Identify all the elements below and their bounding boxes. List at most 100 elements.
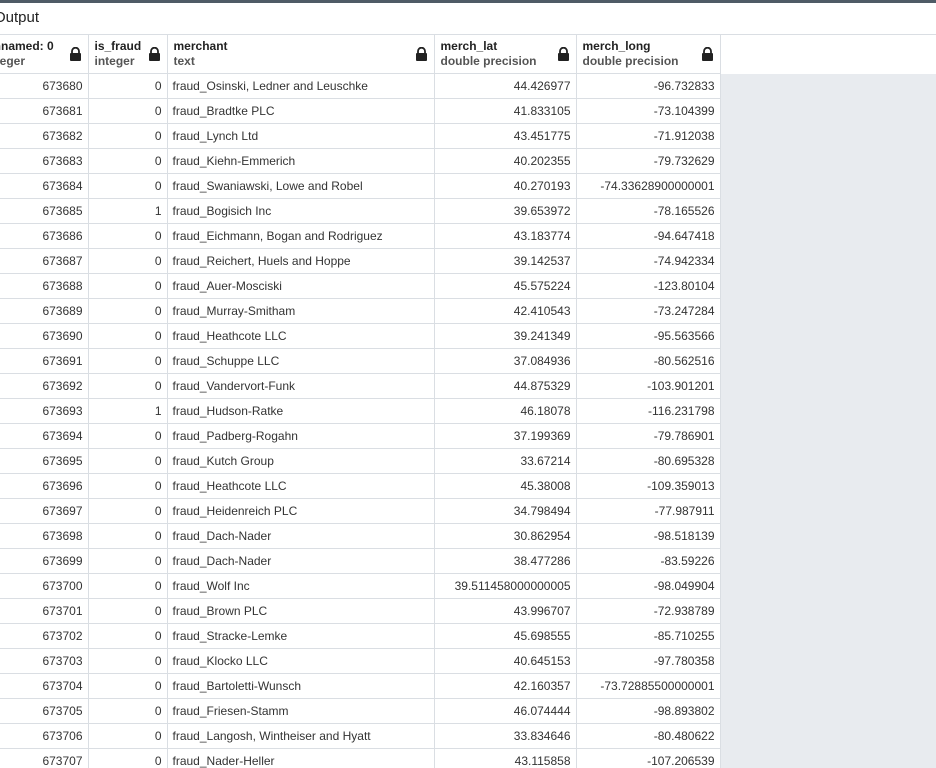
cell-is-fraud[interactable]: 0 [88,573,168,599]
cell-merch-lat[interactable]: 46.074444 [434,698,577,724]
cell-row-id[interactable]: 673688 [0,273,89,299]
cell-row-id[interactable]: 673687 [0,248,89,274]
cell-merch-lat[interactable]: 45.575224 [434,273,577,299]
table-row[interactable]: 673696 0 fraud_Heathcote LLC 45.38008 -109.3… [0,473,721,499]
cell-merchant[interactable]: fraud_Eichmann, Bogan and Rodriguez [167,223,435,249]
cell-merch-long[interactable]: -74.942334 [576,248,721,274]
cell-is-fraud[interactable]: 0 [88,373,168,399]
cell-is-fraud[interactable]: 0 [88,298,168,324]
table-row[interactable]: 673694 0 fraud_Padberg-Rogahn 37.199369 -79.… [0,423,721,449]
cell-is-fraud[interactable]: 1 [88,198,168,224]
table-row[interactable]: 673700 0 fraud_Wolf Inc 39.511458000000005-… [0,573,721,599]
table-row[interactable]: 673685 1 fraud_Bogisich Inc 39.653972 -78.16… [0,198,721,224]
cell-is-fraud[interactable]: 0 [88,148,168,174]
cell-row-id[interactable]: 673701 [0,598,89,624]
table-row[interactable]: 673699 0 fraud_Dach-Nader 38.477286 -83.5922… [0,548,721,574]
cell-is-fraud[interactable]: 0 [88,473,168,499]
cell-merchant[interactable]: fraud_Kutch Group [167,448,435,474]
cell-merch-long[interactable]: -95.563566 [576,323,721,349]
cell-merchant[interactable]: fraud_Friesen-Stamm [167,698,435,724]
cell-is-fraud[interactable]: 0 [88,423,168,449]
cell-merch-long[interactable]: -96.732833 [576,73,721,99]
cell-row-id[interactable]: 673699 [0,548,89,574]
cell-merchant[interactable]: fraud_Padberg-Rogahn [167,423,435,449]
cell-merch-long[interactable]: -73.104399 [576,98,721,124]
cell-is-fraud[interactable]: 0 [88,273,168,299]
cell-merchant[interactable]: fraud_Wolf Inc [167,573,435,599]
cell-merch-lat[interactable]: 42.410543 [434,298,577,324]
cell-is-fraud[interactable]: 0 [88,548,168,574]
cell-merchant[interactable]: fraud_Heathcote LLC [167,323,435,349]
cell-is-fraud[interactable]: 0 [88,673,168,699]
cell-merchant[interactable]: fraud_Vandervort-Funk [167,373,435,399]
cell-is-fraud[interactable]: 0 [88,98,168,124]
cell-row-id[interactable]: 673691 [0,348,89,374]
cell-row-id[interactable]: 673697 [0,498,89,524]
cell-merchant[interactable]: fraud_Schuppe LLC [167,348,435,374]
cell-is-fraud[interactable]: 0 [88,448,168,474]
table-row[interactable]: 673682 0 fraud_Lynch Ltd 43.451775 -71.91203… [0,123,721,149]
cell-merch-lat[interactable]: 45.38008 [434,473,577,499]
column-header-unnamed-0[interactable]: Unnamed: 0 integer [0,35,89,74]
cell-merchant[interactable]: fraud_Dach-Nader [167,523,435,549]
cell-merch-lat[interactable]: 43.183774 [434,223,577,249]
cell-merch-long[interactable]: -98.518139 [576,523,721,549]
cell-merch-lat[interactable]: 43.996707 [434,598,577,624]
cell-merchant[interactable]: fraud_Heidenreich PLC [167,498,435,524]
cell-row-id[interactable]: 673702 [0,623,89,649]
table-row[interactable]: 673686 0 fraud_Eichmann, Bogan and Rodrigu… [0,223,721,249]
cell-merch-lat[interactable]: 33.67214 [434,448,577,474]
cell-merch-long[interactable]: -77.987911 [576,498,721,524]
cell-row-id[interactable]: 673693 [0,398,89,424]
cell-row-id[interactable]: 673692 [0,373,89,399]
table-row[interactable]: 673690 0 fraud_Heathcote LLC 39.241349 -95.5… [0,323,721,349]
cell-is-fraud[interactable]: 0 [88,523,168,549]
cell-row-id[interactable]: 673694 [0,423,89,449]
cell-merch-long[interactable]: -80.695328 [576,448,721,474]
table-row[interactable]: 673681 0 fraud_Bradtke PLC 41.833105 -73.104… [0,98,721,124]
cell-merch-long[interactable]: -78.165526 [576,198,721,224]
cell-merchant[interactable]: fraud_Dach-Nader [167,548,435,574]
cell-merch-long[interactable]: -71.912038 [576,123,721,149]
cell-merch-lat[interactable]: 40.202355 [434,148,577,174]
cell-merch-lat[interactable]: 37.084936 [434,348,577,374]
cell-merchant[interactable]: fraud_Osinski, Ledner and Leuschke [167,73,435,99]
cell-merch-long[interactable]: -123.80104 [576,273,721,299]
cell-is-fraud[interactable]: 0 [88,498,168,524]
table-row[interactable]: 673703 0 fraud_Klocko LLC 40.645153 -97.7803… [0,648,721,674]
cell-merch-lat[interactable]: 39.142537 [434,248,577,274]
cell-is-fraud[interactable]: 0 [88,648,168,674]
table-row[interactable]: 673683 0 fraud_Kiehn-Emmerich 40.202355 -79.… [0,148,721,174]
cell-is-fraud[interactable]: 0 [88,123,168,149]
cell-merch-lat[interactable]: 42.160357 [434,673,577,699]
cell-row-id[interactable]: 673686 [0,223,89,249]
cell-merchant[interactable]: fraud_Lynch Ltd [167,123,435,149]
table-row[interactable]: 673701 0 fraud_Brown PLC 43.996707 -72.93878… [0,598,721,624]
cell-merch-long[interactable]: -83.59226 [576,548,721,574]
table-row[interactable]: 673692 0 fraud_Vandervort-Funk 44.875329 -10… [0,373,721,399]
cell-merchant[interactable]: fraud_Swaniawski, Lowe and Robel [167,173,435,199]
output-tab-title[interactable]: Output [0,9,39,26]
cell-is-fraud[interactable]: 0 [88,323,168,349]
cell-merch-lat[interactable]: 46.18078 [434,398,577,424]
cell-row-id[interactable]: 673705 [0,698,89,724]
cell-merch-long[interactable]: -74.33628900000001 [576,173,721,199]
cell-merch-long[interactable]: -107.206539 [576,748,721,768]
table-row[interactable]: 673698 0 fraud_Dach-Nader 30.862954 -98.5181… [0,523,721,549]
cell-merch-long[interactable]: -73.72885500000001 [576,673,721,699]
cell-is-fraud[interactable]: 0 [88,248,168,274]
table-row[interactable]: 673684 0 fraud_Swaniawski, Lowe and Robel 4… [0,173,721,199]
table-row[interactable]: 673680 0 fraud_Osinski, Ledner and Leuschk… [0,73,721,99]
cell-merch-lat[interactable]: 43.115858 [434,748,577,768]
cell-is-fraud[interactable]: 0 [88,173,168,199]
cell-is-fraud[interactable]: 0 [88,223,168,249]
cell-merch-lat[interactable]: 44.426977 [434,73,577,99]
cell-merch-long[interactable]: -80.480622 [576,723,721,749]
column-header-merch-lat[interactable]: merch_lat double precision [434,35,577,74]
cell-merch-lat[interactable]: 37.199369 [434,423,577,449]
cell-merchant[interactable]: fraud_Brown PLC [167,598,435,624]
table-row[interactable]: 673697 0 fraud_Heidenreich PLC 34.798494 -77… [0,498,721,524]
cell-row-id[interactable]: 673689 [0,298,89,324]
cell-row-id[interactable]: 673703 [0,648,89,674]
cell-is-fraud[interactable]: 0 [88,598,168,624]
